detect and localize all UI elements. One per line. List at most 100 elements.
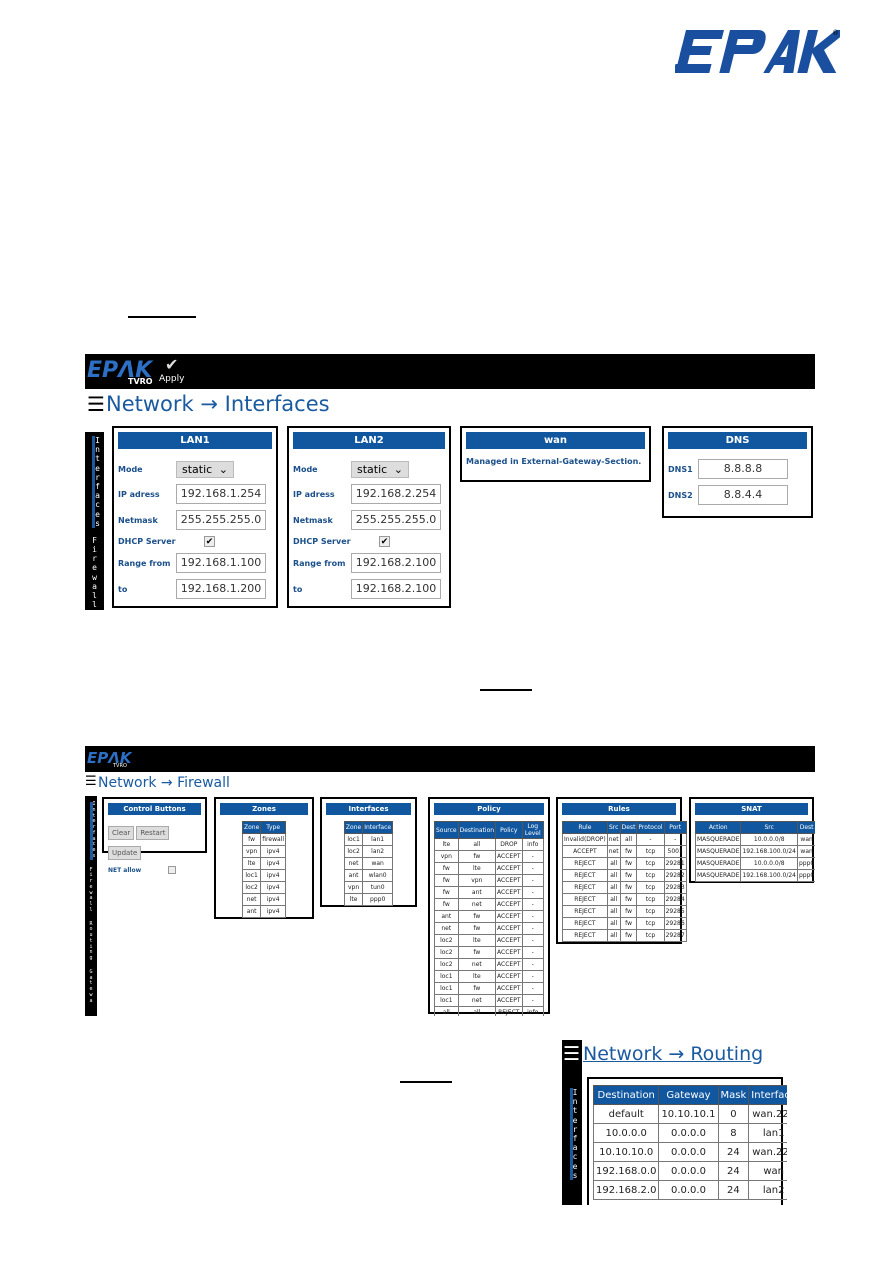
ip-input[interactable]: 192.168.2.254: [351, 484, 441, 504]
column-header: Interface: [748, 1085, 787, 1105]
sidebar: Interfaces Firewall Routing Gatewa: [85, 796, 97, 1016]
mode-select[interactable]: static ⌄: [351, 461, 409, 478]
table-cell: Invalid(DROP): [562, 833, 608, 846]
table-cell: tcp: [636, 857, 665, 870]
dns2-label: DNS2: [668, 490, 693, 500]
sidebar-item-firewall[interactable]: Firewall: [90, 867, 93, 914]
menu-icon[interactable]: ☰: [563, 1043, 580, 1065]
netmask-input[interactable]: 255.255.255.0: [176, 510, 266, 530]
table-cell: REJECT: [562, 857, 608, 870]
panel-header: wan: [466, 432, 645, 449]
panel-header: Control Buttons: [108, 803, 201, 815]
table-cell: fw: [434, 874, 459, 887]
table-header-row: DestinationGatewayMaskInterface: [592, 1085, 787, 1105]
table-cell: all: [606, 881, 621, 894]
table-cell: fw: [434, 886, 459, 899]
rules-table: Rule Src Dest Protocol Port Invalid(DROP) net a…: [562, 821, 687, 942]
table-row: all all REJECT info: [434, 1006, 544, 1016]
table-cell: MASQUERADE: [694, 857, 742, 870]
table-row: 10.10.10.00.0.0.024wan.225: [592, 1142, 787, 1162]
range-from-row: Range from 192.168.2.100: [293, 553, 445, 573]
table-row: REJECT all fw tcp 29286: [562, 917, 687, 930]
policy-panel: Policy Source Destination Policy Log Level lt…: [428, 797, 550, 1016]
table-cell: ppp0: [796, 869, 815, 882]
rules-panel: Rules Rule Src Dest Protocol Port Invalid(DROP…: [556, 797, 687, 944]
lan1-panel: LAN1 Mode static ⌄ IP adress 192.168.1.254 Net…: [112, 426, 278, 608]
table-cell: lte: [457, 934, 497, 947]
ip-input[interactable]: 192.168.1.254: [176, 484, 266, 504]
table-cell: wan: [362, 857, 394, 870]
table-cell: ACCEPT: [495, 874, 523, 887]
netmask-input[interactable]: 255.255.255.0: [351, 510, 441, 530]
ip-row: IP adress 192.168.1.254: [118, 484, 272, 504]
column-header: Type: [260, 821, 286, 834]
table-cell: lan1: [362, 833, 394, 846]
table-cell: all: [606, 905, 621, 918]
sidebar-item-gatewa[interactable]: Gatewa: [90, 969, 93, 1005]
table-cell: vpn: [241, 845, 262, 858]
net-allow-checkbox[interactable]: [168, 866, 176, 874]
sidebar-item-firewall[interactable]: Firewall: [92, 536, 97, 610]
table-row: REJECT all fw tcp 29282: [562, 869, 687, 882]
table-row: net wan: [343, 857, 394, 870]
table-cell: loc1: [434, 994, 459, 1007]
panel-header: SNAT: [695, 803, 808, 815]
mode-select[interactable]: static ⌄: [176, 461, 234, 478]
dns1-input[interactable]: 8.8.8.8: [698, 459, 788, 479]
epak-logo: ®: [675, 29, 840, 73]
svg-text:®: ®: [832, 29, 839, 37]
sidebar-item-interfaces[interactable]: Interfaces: [89, 801, 96, 860]
table-cell: tcp: [636, 929, 665, 942]
table-cell: fw: [619, 845, 638, 858]
table-cell: -: [521, 874, 544, 887]
table-row: MASQUERADE 192.168.100.0/24 wan: [694, 845, 815, 858]
table-row: vpn ipv4: [241, 845, 286, 858]
table-cell: 10.0.0.0: [592, 1123, 660, 1143]
table-cell: -: [521, 850, 544, 863]
sidebar-item-interfaces[interactable]: Interfaces: [569, 1088, 577, 1180]
menu-icon[interactable]: ☰: [85, 774, 97, 789]
table-cell: fw: [457, 850, 497, 863]
table-cell: 5001: [663, 845, 687, 858]
restart-button[interactable]: Restart: [136, 826, 170, 840]
dns2-input[interactable]: 8.8.4.4: [698, 485, 788, 505]
table-cell: ACCEPT: [495, 946, 523, 959]
clear-button[interactable]: Clear: [108, 826, 135, 840]
netmask-row: Netmask 255.255.255.0: [293, 510, 445, 530]
dhcp-label: DHCP Server: [118, 537, 176, 546]
table-cell: fw: [619, 881, 638, 894]
sidebar-item-routing[interactable]: Routing: [90, 921, 93, 962]
top-bar: EPɅK TVRO ✔ Apply: [85, 354, 815, 389]
table-cell: 8: [717, 1123, 750, 1143]
snat-table: Action Src Dest MASQUERADE 10.0.0.0/8 wan MASQ…: [694, 821, 815, 882]
mode-label: Mode: [293, 465, 318, 474]
dhcp-checkbox[interactable]: ✔: [379, 536, 390, 547]
column-header: Destination: [592, 1085, 660, 1105]
column-header: Src: [740, 821, 798, 834]
table-cell: ipv4: [260, 845, 286, 858]
range-from-label: Range from: [293, 558, 346, 568]
range-from-input[interactable]: 192.168.2.100: [351, 553, 441, 573]
range-from-row: Range from 192.168.1.100: [118, 553, 272, 573]
table-cell: wan.225: [748, 1142, 787, 1162]
table-row: vpn fw ACCEPT -: [434, 850, 544, 863]
to-row: to 192.168.1.200: [118, 579, 272, 599]
table-row: loc2 lte ACCEPT -: [434, 934, 544, 947]
sidebar-item-interfaces[interactable]: Interfaces: [92, 436, 100, 528]
dhcp-checkbox[interactable]: ✔: [204, 536, 215, 547]
table-cell: all: [606, 869, 621, 882]
to-input[interactable]: 192.168.2.100: [351, 579, 441, 599]
menu-icon[interactable]: ☰: [87, 392, 105, 416]
to-input[interactable]: 192.168.1.200: [176, 579, 266, 599]
table-row: MASQUERADE 10.0.0.0/8 wan: [694, 833, 815, 846]
apply-button[interactable]: ✔ Apply: [159, 355, 184, 384]
lan2-panel: LAN2 Mode static ⌄ IP adress 192.168.2.254 Net…: [287, 426, 451, 608]
wan-panel: wan Managed in External-Gateway-Section.: [460, 426, 651, 482]
table-cell: MASQUERADE: [694, 833, 742, 846]
update-button[interactable]: Update: [108, 846, 142, 860]
column-header: Action: [694, 821, 742, 834]
table-row: 10.0.0.0 0.0.0.0 8 lan1: [592, 1123, 787, 1143]
table-cell: all: [457, 838, 497, 851]
range-from-input[interactable]: 192.168.1.100: [176, 553, 266, 573]
column-header: Zone: [343, 821, 364, 834]
